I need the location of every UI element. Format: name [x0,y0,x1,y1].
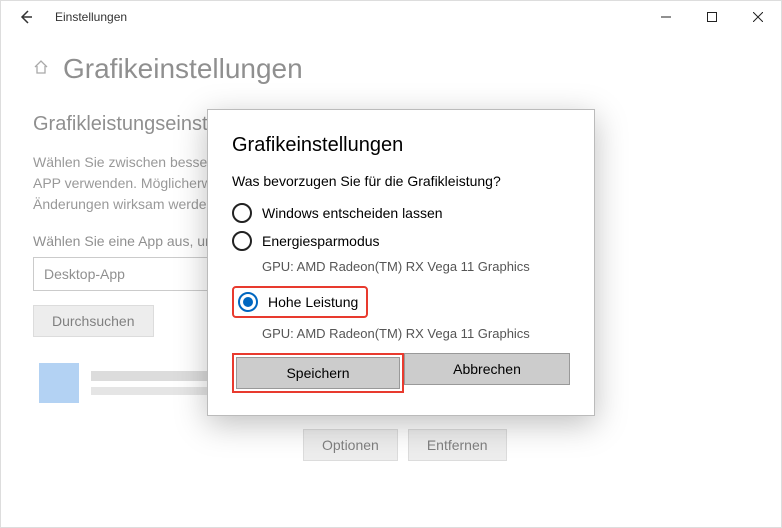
radio-icon [232,231,252,251]
radio-icon-selected [238,292,258,312]
home-icon[interactable] [33,59,49,80]
save-button[interactable]: Speichern [236,357,400,389]
dialog-title: Grafikeinstellungen [232,134,570,157]
titlebar: Einstellungen [1,1,781,33]
radio-label: Hohe Leistung [268,294,358,310]
radio-label: Energiesparmodus [262,233,380,249]
options-button[interactable]: Optionen [303,429,398,461]
remove-button[interactable]: Entfernen [408,429,507,461]
high-performance-gpu: GPU: AMD Radeon(TM) RX Vega 11 Graphics [262,326,570,341]
window-title: Einstellungen [55,10,127,24]
minimize-button[interactable] [643,2,689,32]
radio-icon [232,203,252,223]
cancel-button[interactable]: Abbrechen [404,353,570,385]
maximize-button[interactable] [689,2,735,32]
power-saving-gpu: GPU: AMD Radeon(TM) RX Vega 11 Graphics [262,259,570,274]
radio-option-power-saving[interactable]: Energiesparmodus [232,231,570,251]
radio-option-windows-decide[interactable]: Windows entscheiden lassen [232,203,570,223]
page-heading: Grafikeinstellungen [63,53,303,85]
graphics-preference-dialog: Grafikeinstellungen Was bevorzugen Sie f… [207,109,595,416]
browse-button[interactable]: Durchsuchen [33,305,154,337]
dropdown-value: Desktop-App [44,266,125,282]
app-icon [39,363,79,403]
close-button[interactable] [735,2,781,32]
back-button[interactable] [11,2,41,32]
radio-option-high-performance[interactable]: Hohe Leistung [232,286,368,318]
radio-label: Windows entscheiden lassen [262,205,443,221]
dialog-question: Was bevorzugen Sie für die Grafikleistun… [232,173,570,189]
